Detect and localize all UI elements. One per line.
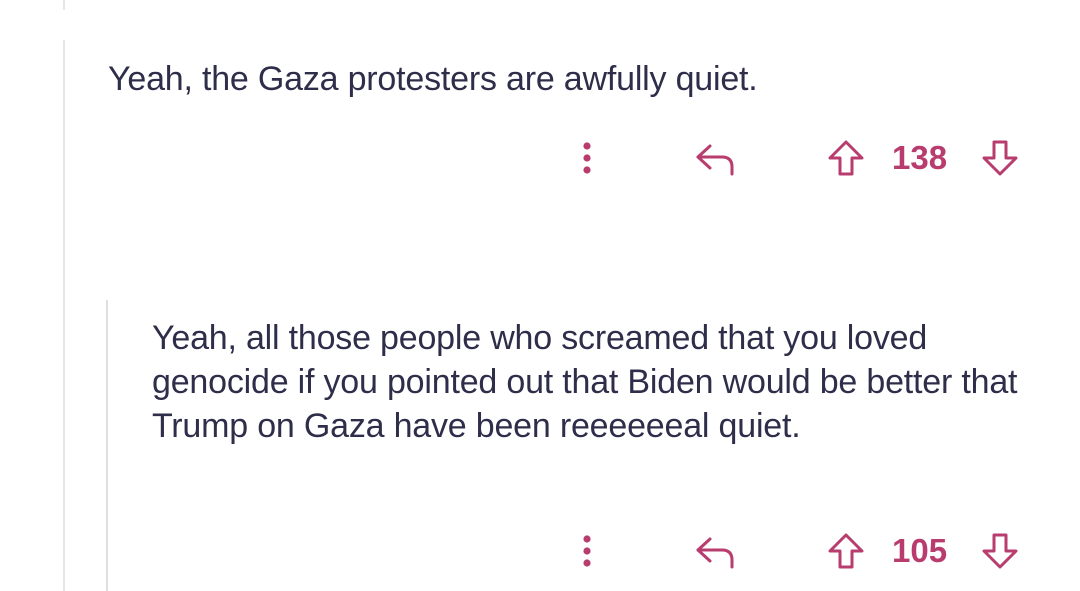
- reply-button[interactable]: [688, 136, 744, 180]
- more-options-button[interactable]: [572, 136, 602, 180]
- more-vertical-icon: [583, 142, 591, 174]
- more-vertical-icon: [583, 535, 591, 567]
- reply-icon: [696, 537, 734, 569]
- comment-actions: 105: [560, 529, 1040, 573]
- downvote-arrow-icon: [982, 140, 1018, 176]
- upvote-button[interactable]: [824, 529, 868, 573]
- upvote-arrow-icon: [828, 533, 864, 569]
- upvote-button[interactable]: [824, 136, 868, 180]
- reply-button[interactable]: [688, 529, 744, 573]
- score-count: 138: [892, 139, 948, 176]
- upvote-arrow-icon: [828, 140, 864, 176]
- score-count: 105: [892, 532, 948, 569]
- nested-thread-line: [106, 300, 108, 591]
- downvote-arrow-icon: [982, 533, 1018, 569]
- reply-icon: [696, 144, 734, 176]
- thread-line: [63, 40, 65, 591]
- comment-body: Yeah, all those people who screamed that…: [152, 319, 1018, 445]
- comment-body: Yeah, the Gaza protesters are awfully qu…: [108, 60, 758, 98]
- comment-actions: 138: [560, 136, 1040, 180]
- downvote-button[interactable]: [978, 136, 1022, 180]
- thread-line: [63, 0, 65, 10]
- more-options-button[interactable]: [572, 529, 602, 573]
- downvote-button[interactable]: [978, 529, 1022, 573]
